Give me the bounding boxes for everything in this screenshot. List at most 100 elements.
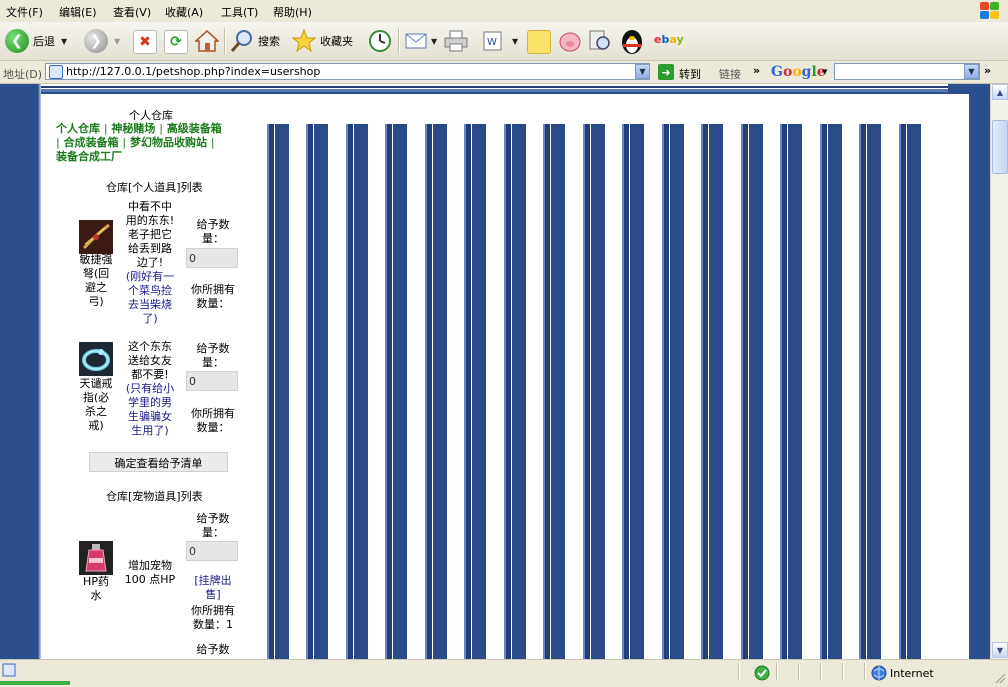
stop-icon: ✖ — [133, 30, 157, 54]
go-button[interactable]: 转到 — [679, 66, 701, 82]
back-arrow-icon: ❮ — [5, 29, 29, 53]
home-icon — [195, 29, 219, 52]
back-label: 后退 — [33, 35, 55, 48]
history-icon — [369, 30, 391, 52]
page-viewport: 个人仓库 个人仓库 | 神秘赌场 | 高级装备箱 | 合成装备箱 | 梦幻物品收… — [0, 84, 990, 659]
google-toolbar-logo[interactable]: Google — [771, 64, 826, 80]
chevron-right-icon[interactable]: » — [753, 64, 760, 77]
security-zone-label: Internet — [890, 667, 934, 680]
page-title: 个人仓库 — [129, 109, 173, 122]
give-quantity-label: 给予数 量： — [196, 342, 230, 369]
chevron-down-icon[interactable]: ▼ — [512, 37, 518, 46]
item-description: 这个东东 送给女友 都不要! (只有给小 学里的男 生骗骗女 生用了) — [125, 340, 175, 437]
nav-advanced-equipment-box[interactable]: 高级装备箱 — [167, 122, 222, 135]
favorites-button[interactable]: 收藏夹 — [292, 29, 353, 53]
refresh-icon: ⟳ — [164, 30, 188, 54]
menu-edit[interactable]: 编辑(E) — [59, 4, 97, 20]
personal-items-title: 仓库[个人道具]列表 — [106, 181, 203, 194]
back-button[interactable]: ❮ 后退 ▼ — [5, 29, 67, 53]
owned-quantity-label: 你所拥有 数量： — [191, 407, 235, 434]
star-icon — [292, 29, 316, 53]
favorites-label: 收藏夹 — [320, 35, 353, 48]
address-url[interactable]: http://127.0.0.1/petshop.php?index=users… — [66, 65, 320, 78]
item-description: 中看不中 用的东东! 老子把它 给丢到路 边了! (刚好有一 个菜鸟捡 去当柴烧… — [125, 200, 175, 325]
history-button[interactable] — [368, 29, 392, 53]
windows-logo-icon — [978, 1, 1000, 21]
progress-bar — [0, 681, 70, 685]
top-border-strip — [41, 84, 948, 92]
print-button[interactable] — [444, 30, 468, 52]
scroll-up-button[interactable]: ▲ — [992, 84, 1008, 100]
ebay-button[interactable]: ebay — [654, 33, 684, 46]
go-arrow-icon[interactable]: ➜ — [658, 64, 674, 80]
note-icon — [527, 30, 551, 54]
home-button[interactable] — [195, 29, 219, 53]
menu-file[interactable]: 文件(F) — [6, 4, 43, 20]
nav-dream-item-buyback[interactable]: 梦幻物品收购站 — [130, 136, 207, 149]
list-for-sale-link[interactable]: [挂牌出 售] — [185, 574, 241, 602]
page-icon — [49, 65, 63, 79]
research-button[interactable] — [588, 29, 612, 53]
chevron-down-icon[interactable]: ▼ — [431, 37, 437, 46]
address-dropdown-button[interactable]: ▼ — [635, 64, 650, 79]
forward-arrow-icon: ❯ — [84, 29, 108, 53]
give-quantity-label: 给予数 — [196, 643, 230, 656]
menu-bar: 文件(F) 编辑(E) 查看(V) 收藏(A) 工具(T) 帮助(H) — [0, 0, 1008, 23]
give-quantity-input[interactable]: 0 — [186, 371, 238, 391]
qq-button[interactable] — [620, 27, 644, 55]
messenger-button[interactable] — [558, 29, 582, 53]
menu-tools[interactable]: 工具(T) — [221, 4, 258, 20]
vertical-scrollbar[interactable]: ▲ ▼ — [990, 84, 1008, 659]
nav-mystery-casino[interactable]: 神秘赌场 — [111, 122, 155, 135]
owned-quantity-label: 你所拥有 数量： — [191, 283, 235, 310]
give-quantity-label: 给予数 量： — [196, 512, 230, 539]
google-search-dropdown[interactable]: ▼ — [964, 64, 979, 79]
ring-icon — [79, 342, 113, 376]
give-quantity-input[interactable]: 0 — [186, 541, 238, 561]
word-icon: W — [483, 31, 502, 51]
search-icon — [230, 30, 252, 52]
stop-button[interactable]: ✖ — [133, 30, 157, 54]
item-name: 敏捷强 弩(回 避之 弓) — [79, 253, 113, 308]
chevron-right-icon[interactable]: » — [984, 64, 991, 77]
nav-synthesis-box[interactable]: 合成装备箱 — [64, 136, 119, 149]
scroll-thumb[interactable] — [992, 120, 1008, 174]
nav-equipment-factory[interactable]: 装备合成工厂 — [56, 150, 122, 163]
edit-button[interactable]: W ▼ — [482, 30, 518, 52]
give-quantity-input[interactable]: 0 — [186, 248, 238, 268]
resize-grip-icon[interactable] — [994, 672, 1006, 684]
google-search-input[interactable] — [834, 63, 980, 80]
ebay-icon: ebay — [654, 33, 684, 46]
potion-icon — [79, 541, 113, 575]
confirm-give-list-button[interactable]: 确定查看给予清单 — [89, 452, 228, 472]
chevron-down-icon[interactable]: ▼ — [822, 68, 827, 76]
mail-icon — [405, 33, 427, 49]
menu-help[interactable]: 帮助(H) — [273, 4, 312, 20]
item-description: 增加宠物 100 点HP — [124, 559, 176, 586]
address-input[interactable]: http://127.0.0.1/petshop.php?index=users… — [45, 63, 650, 80]
scroll-down-button[interactable]: ▼ — [992, 642, 1008, 658]
menu-favorites[interactable]: 收藏(A) — [165, 4, 203, 20]
warehouse-nav: 个人仓库 | 神秘赌场 | 高级装备箱 | 合成装备箱 | 梦幻物品收购站 | … — [56, 122, 222, 163]
decorative-stripes — [265, 124, 927, 659]
mail-button[interactable]: ▼ — [405, 30, 437, 52]
menu-view[interactable]: 查看(V) — [113, 4, 151, 20]
nav-personal-warehouse[interactable]: 个人仓库 — [56, 122, 100, 135]
pet-items-title: 仓库[宠物道具]列表 — [106, 490, 203, 503]
owned-quantity-label: 你所拥有 数量：1 — [191, 604, 235, 631]
chevron-down-icon[interactable]: ▼ — [61, 37, 67, 46]
bow-icon — [79, 220, 113, 254]
svg-text:W: W — [487, 37, 497, 48]
page-status-icon — [2, 663, 16, 677]
refresh-button[interactable]: ⟳ — [164, 30, 188, 54]
address-bar: 地址(D) http://127.0.0.1/petshop.php?index… — [0, 61, 1008, 84]
search-button[interactable]: 搜索 — [230, 29, 280, 53]
check-icon — [754, 665, 770, 681]
links-button[interactable]: 链接 — [719, 66, 741, 82]
status-bar: Internet — [0, 659, 1008, 687]
note-button[interactable] — [527, 30, 551, 54]
item-name: HP药 水 — [83, 575, 109, 602]
chevron-down-icon[interactable]: ▼ — [114, 37, 120, 46]
give-quantity-label: 给予数 量： — [196, 218, 230, 245]
forward-button[interactable]: ❯ ▼ — [84, 29, 120, 53]
